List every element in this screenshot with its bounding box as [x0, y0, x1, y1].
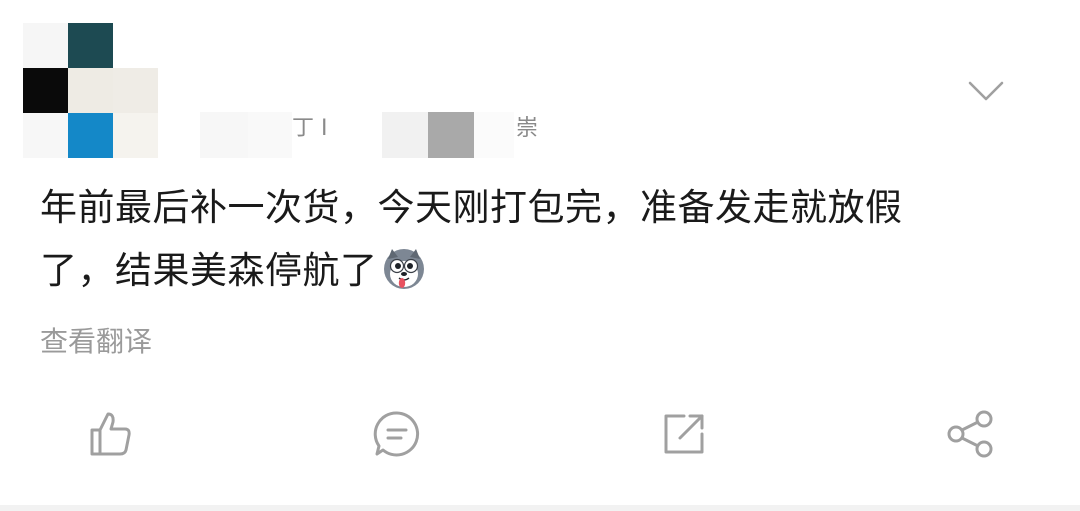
chevron-down-icon[interactable]	[964, 74, 1008, 108]
name-pixel	[382, 112, 428, 158]
avatar-pixel	[23, 113, 68, 158]
post-text-line-2: 了，结果美森停航了	[40, 239, 1040, 302]
author-name[interactable]: 丁 I 崇	[200, 100, 560, 158]
avatar-pixel	[113, 113, 158, 158]
avatar-pixel	[68, 113, 113, 158]
avatar-pixel	[113, 68, 158, 113]
husky-dog-emoji-icon	[383, 249, 424, 289]
thumbs-up-icon[interactable]	[84, 408, 136, 460]
name-pixel	[474, 112, 514, 158]
name-pixel	[200, 112, 248, 158]
post-card: 丁 I 崇 年前最后补一次货，今天刚打包完，准备发走就放假 了，结果美森停航了	[0, 0, 1080, 511]
name-pixel	[428, 112, 474, 158]
avatar[interactable]	[23, 23, 158, 158]
avatar-pixel	[23, 68, 68, 113]
avatar-pixel	[23, 23, 68, 68]
divider	[0, 505, 1080, 511]
author-name-fragment: 丁 I	[292, 116, 328, 141]
translate-link[interactable]: 查看翻译	[40, 320, 152, 360]
share-out-icon[interactable]	[658, 408, 710, 460]
post-text-line: 了，结果美森停航了	[40, 249, 378, 292]
avatar-pixel	[68, 23, 113, 68]
author-name-fragment: 崇	[516, 116, 539, 141]
avatar-pixel	[68, 68, 113, 113]
share-nodes-icon[interactable]	[944, 408, 996, 460]
name-pixel	[248, 112, 292, 158]
post-body: 年前最后补一次货，今天刚打包完，准备发走就放假 了，结果美森停航了	[40, 176, 1040, 302]
post-text-line: 年前最后补一次货，今天刚打包完，准备发走就放假	[40, 186, 903, 229]
comment-icon[interactable]	[371, 408, 423, 460]
